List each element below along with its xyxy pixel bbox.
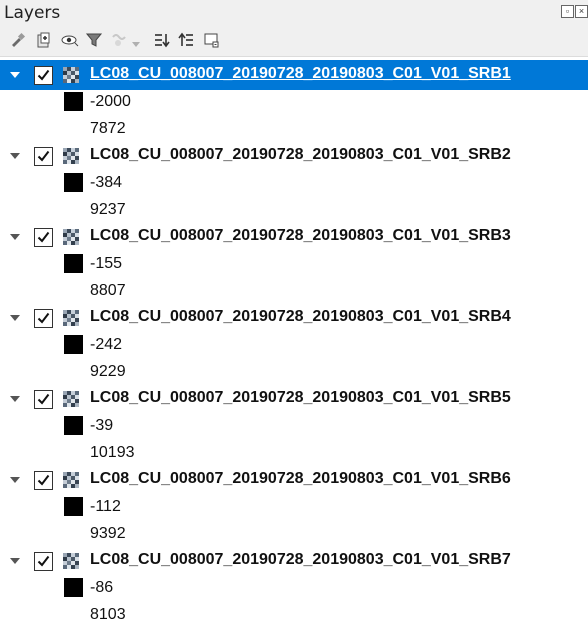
expand-all-icon[interactable] bbox=[153, 31, 171, 49]
layer-node: LC08_CU_008007_20190728_20190803_C01_V01… bbox=[0, 546, 588, 627]
raster-layer-icon bbox=[63, 472, 79, 488]
layer-node: LC08_CU_008007_20190728_20190803_C01_V01… bbox=[0, 60, 588, 141]
raster-layer-icon bbox=[63, 391, 79, 407]
layer-row[interactable]: LC08_CU_008007_20190728_20190803_C01_V01… bbox=[0, 546, 588, 576]
layers-toolbar bbox=[0, 26, 588, 57]
legend-max-value: 8103 bbox=[90, 606, 126, 623]
open-layer-styling-icon[interactable] bbox=[9, 31, 27, 49]
layer-row[interactable]: LC08_CU_008007_20190728_20190803_C01_V01… bbox=[0, 303, 588, 333]
raster-layer-icon bbox=[63, 67, 79, 83]
legend-max-value: 8807 bbox=[90, 282, 126, 299]
layer-node: LC08_CU_008007_20190728_20190803_C01_V01… bbox=[0, 465, 588, 546]
filter-dropdown-icon[interactable] bbox=[131, 36, 141, 47]
chevron-down-icon[interactable] bbox=[10, 153, 20, 159]
raster-layer-icon bbox=[63, 229, 79, 245]
layer-name: LC08_CU_008007_20190728_20190803_C01_V01… bbox=[90, 146, 511, 163]
manage-visibility-icon[interactable] bbox=[61, 31, 79, 49]
legend-min-value: -2000 bbox=[90, 93, 131, 110]
filter-legend-icon[interactable] bbox=[85, 31, 103, 49]
layer-visibility-checkbox[interactable] bbox=[34, 390, 53, 409]
chevron-down-icon[interactable] bbox=[10, 396, 20, 402]
chevron-down-icon[interactable] bbox=[10, 72, 20, 78]
layer-visibility-checkbox[interactable] bbox=[34, 66, 53, 85]
layer-node: LC08_CU_008007_20190728_20190803_C01_V01… bbox=[0, 303, 588, 384]
add-group-icon[interactable] bbox=[35, 31, 53, 49]
panel-header: Layers ▫ × bbox=[0, 0, 588, 26]
close-panel-icon[interactable]: × bbox=[575, 5, 588, 18]
legend-color-swatch bbox=[64, 497, 83, 516]
raster-layer-icon bbox=[63, 553, 79, 569]
layer-visibility-checkbox[interactable] bbox=[34, 552, 53, 571]
layer-visibility-checkbox[interactable] bbox=[34, 309, 53, 328]
chevron-down-icon[interactable] bbox=[10, 234, 20, 240]
legend-color-swatch bbox=[64, 173, 83, 192]
legend-min-value: -155 bbox=[90, 255, 123, 272]
raster-layer-icon bbox=[63, 148, 79, 164]
layer-name: LC08_CU_008007_20190728_20190803_C01_V01… bbox=[90, 308, 511, 325]
layer-tree: LC08_CU_008007_20190728_20190803_C01_V01… bbox=[0, 57, 588, 633]
legend-max-value: 9229 bbox=[90, 363, 126, 380]
layer-node: LC08_CU_008007_20190728_20190803_C01_V01… bbox=[0, 141, 588, 222]
legend-color-swatch bbox=[64, 416, 83, 435]
layer-node: LC08_CU_008007_20190728_20190803_C01_V01… bbox=[0, 384, 588, 465]
layer-row[interactable]: LC08_CU_008007_20190728_20190803_C01_V01… bbox=[0, 465, 588, 495]
collapse-all-icon[interactable] bbox=[177, 31, 195, 49]
layer-name: LC08_CU_008007_20190728_20190803_C01_V01… bbox=[90, 470, 511, 487]
float-panel-icon[interactable]: ▫ bbox=[561, 5, 574, 18]
layer-visibility-checkbox[interactable] bbox=[34, 228, 53, 247]
layer-visibility-checkbox[interactable] bbox=[34, 471, 53, 490]
layer-row[interactable]: LC08_CU_008007_20190728_20190803_C01_V01… bbox=[0, 222, 588, 252]
layer-row[interactable]: LC08_CU_008007_20190728_20190803_C01_V01… bbox=[0, 384, 588, 414]
layer-name: LC08_CU_008007_20190728_20190803_C01_V01… bbox=[90, 227, 511, 244]
legend-max-value: 10193 bbox=[90, 444, 135, 461]
legend-max-value: 7872 bbox=[90, 120, 126, 137]
layer-name: LC08_CU_008007_20190728_20190803_C01_V01… bbox=[90, 65, 511, 82]
legend-min-value: -384 bbox=[90, 174, 123, 191]
raster-layer-icon bbox=[63, 310, 79, 326]
legend-min-value: -242 bbox=[90, 336, 123, 353]
chevron-down-icon[interactable] bbox=[10, 558, 20, 564]
legend-color-swatch bbox=[64, 578, 83, 597]
legend-max-value: 9392 bbox=[90, 525, 126, 542]
layer-name: LC08_CU_008007_20190728_20190803_C01_V01… bbox=[90, 389, 511, 406]
layer-row[interactable]: LC08_CU_008007_20190728_20190803_C01_V01… bbox=[0, 60, 588, 90]
legend-color-swatch bbox=[64, 254, 83, 273]
chevron-down-icon[interactable] bbox=[10, 315, 20, 321]
remove-layer-icon[interactable] bbox=[202, 31, 220, 49]
layer-node: LC08_CU_008007_20190728_20190803_C01_V01… bbox=[0, 222, 588, 303]
legend-color-swatch bbox=[64, 92, 83, 111]
legend-color-swatch bbox=[64, 335, 83, 354]
panel-title: Layers bbox=[4, 3, 61, 23]
layer-row[interactable]: LC08_CU_008007_20190728_20190803_C01_V01… bbox=[0, 141, 588, 171]
layer-name: LC08_CU_008007_20190728_20190803_C01_V01… bbox=[90, 551, 511, 568]
legend-min-value: -112 bbox=[90, 498, 121, 515]
filter-by-expression-icon[interactable] bbox=[110, 31, 128, 49]
legend-max-value: 9237 bbox=[90, 201, 126, 218]
chevron-down-icon[interactable] bbox=[10, 477, 20, 483]
legend-min-value: -39 bbox=[90, 417, 114, 434]
layer-visibility-checkbox[interactable] bbox=[34, 147, 53, 166]
legend-min-value: -86 bbox=[90, 579, 114, 596]
